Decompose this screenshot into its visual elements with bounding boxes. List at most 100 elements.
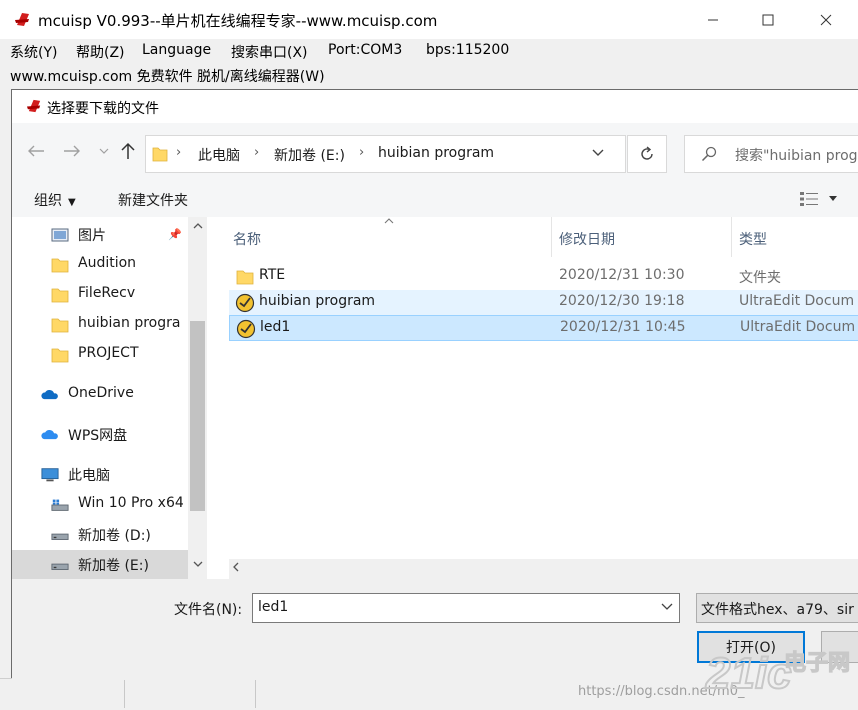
- caret-down-icon: ▼: [68, 197, 76, 208]
- breadcrumb-separator: ›: [176, 145, 182, 160]
- nav-item-drive-d[interactable]: 新加卷 (D:): [12, 520, 188, 550]
- filename-field[interactable]: led1: [252, 593, 680, 623]
- nav-item-label: WPS网盘: [68, 428, 128, 444]
- nav-item-filerecv[interactable]: FileRecv: [12, 280, 188, 310]
- wps-cloud-icon: [41, 429, 58, 440]
- menu-system[interactable]: 系统(Y): [10, 42, 57, 62]
- nav-item-label: 新加卷 (D:): [78, 528, 151, 544]
- pictures-icon: [51, 228, 69, 242]
- recent-locations-button[interactable]: [92, 139, 116, 163]
- onedrive-icon: [41, 389, 58, 400]
- svg-text:21ic: 21ic: [705, 649, 792, 698]
- folder-icon: [51, 318, 69, 333]
- nav-item-label: 此电脑: [68, 468, 110, 484]
- file-name: led1: [260, 319, 291, 335]
- menu-bps[interactable]: bps:115200: [426, 42, 509, 58]
- address-bar[interactable]: › 此电脑 › 新加卷 (E:) › huibian program: [145, 135, 626, 173]
- chevron-down-icon: [99, 148, 109, 154]
- column-header-type[interactable]: 类型: [739, 229, 767, 249]
- column-divider[interactable]: [551, 217, 552, 257]
- bottom-separator: [255, 680, 256, 708]
- menu-search-port[interactable]: 搜索串口(X): [231, 42, 308, 62]
- column-header-name[interactable]: 名称: [233, 229, 261, 249]
- refresh-button[interactable]: [627, 135, 667, 173]
- open-file-dialog: 选择要下载的文件 › 此电脑 › 新加卷 (E:) › huibian prog…: [11, 89, 858, 679]
- maximize-button[interactable]: [745, 0, 791, 39]
- nav-item-drive-e[interactable]: 新加卷 (E:): [12, 550, 188, 579]
- address-row: › 此电脑 › 新加卷 (E:) › huibian program 搜索"hu…: [12, 123, 858, 179]
- new-folder-button[interactable]: 新建文件夹: [118, 190, 188, 210]
- nav-pane-scrollbar[interactable]: [188, 217, 207, 579]
- breadcrumb-separator: ›: [254, 145, 260, 160]
- column-header-date[interactable]: 修改日期: [559, 229, 615, 249]
- nav-item-project[interactable]: PROJECT: [12, 340, 188, 370]
- breadcrumb-current-folder[interactable]: huibian program: [378, 145, 494, 161]
- nav-item-label: 图片: [78, 228, 106, 244]
- file-date: 2020/12/31 10:45: [560, 319, 686, 335]
- nav-item-label: PROJECT: [78, 345, 139, 361]
- filename-history-dropdown[interactable]: [661, 600, 673, 614]
- scroll-left-icon[interactable]: [233, 561, 239, 575]
- file-date: 2020/12/30 19:18: [559, 293, 685, 309]
- menu-port[interactable]: Port:COM3: [328, 42, 402, 58]
- pin-icon[interactable]: 📌: [168, 228, 182, 241]
- close-button[interactable]: [803, 0, 849, 39]
- chevron-down-icon: [592, 149, 604, 156]
- file-date: 2020/12/31 10:30: [559, 267, 685, 283]
- forward-button[interactable]: [60, 139, 84, 163]
- main-window-title: mcuisp V0.993--单片机在线编程专家--www.mcuisp.com: [38, 12, 438, 30]
- folder-icon: [51, 348, 69, 363]
- nav-scroll-thumb[interactable]: [190, 321, 205, 511]
- search-input[interactable]: 搜索"huibian program": [684, 135, 858, 173]
- menu-help[interactable]: 帮助(Z): [76, 42, 125, 62]
- up-button[interactable]: [116, 139, 140, 163]
- nav-item-this-pc[interactable]: 此电脑: [12, 460, 188, 490]
- nav-item-wps-cloud[interactable]: WPS网盘: [12, 420, 188, 450]
- close-icon: [820, 14, 832, 25]
- nav-item-label: huibian progra: [78, 315, 181, 331]
- navigation-pane: 图片 📌 Audition FileRecv huibian progra PR…: [12, 217, 207, 579]
- nav-item-label: 新加卷 (E:): [78, 558, 149, 574]
- minimize-button[interactable]: [690, 0, 736, 39]
- filename-value: led1: [258, 599, 289, 615]
- menu-language[interactable]: Language: [142, 42, 211, 58]
- file-list-hscrollbar[interactable]: [229, 559, 858, 579]
- minimize-icon: [708, 19, 718, 20]
- breadcrumb-drive-e[interactable]: 新加卷 (E:): [274, 145, 345, 165]
- offline-programmer-link[interactable]: www.mcuisp.com 免费软件 脱机/离线编程器(W): [10, 66, 325, 86]
- folder-icon: [51, 258, 69, 273]
- search-placeholder: 搜索"huibian program": [735, 148, 858, 164]
- nav-item-win10-drive[interactable]: Win 10 Pro x64: [12, 490, 188, 520]
- organize-label: 组织: [34, 193, 62, 209]
- nav-item-onedrive[interactable]: OneDrive: [12, 380, 188, 410]
- bottom-separator: [124, 680, 125, 708]
- nav-item-pictures[interactable]: 图片 📌: [12, 220, 188, 250]
- column-headers: 名称 修改日期 类型: [229, 217, 858, 257]
- folder-icon: [51, 288, 69, 303]
- mcuisp-logo-icon: [26, 99, 41, 113]
- nav-item-audition[interactable]: Audition: [12, 250, 188, 280]
- back-button[interactable]: [24, 139, 48, 163]
- file-row-huibian-program[interactable]: huibian program 2020/12/30 19:18 UltraEd…: [229, 290, 858, 316]
- breadcrumb-this-pc[interactable]: 此电脑: [198, 145, 240, 165]
- file-name: huibian program: [259, 293, 376, 309]
- pane-splitter[interactable]: [207, 217, 229, 579]
- nav-item-huibian-program[interactable]: huibian progra: [12, 310, 188, 340]
- file-row-led1[interactable]: led1 2020/12/31 10:45 UltraEdit Docum: [229, 315, 858, 341]
- organize-button[interactable]: 组织 ▼: [34, 190, 76, 210]
- maximize-icon: [762, 14, 774, 25]
- file-type-filter-value: 文件格式hex、a79、sir: [701, 602, 854, 618]
- filename-label: 文件名(N):: [174, 602, 243, 618]
- chevron-down-icon: [661, 603, 673, 610]
- nav-item-label: FileRecv: [78, 285, 136, 301]
- drive-icon: [51, 533, 69, 540]
- scroll-down-icon[interactable]: [188, 559, 207, 570]
- file-row-rte[interactable]: RTE 2020/12/31 10:30 文件夹: [229, 264, 858, 290]
- file-type-filter[interactable]: 文件格式hex、a79、sir: [696, 593, 858, 623]
- column-divider[interactable]: [731, 217, 732, 257]
- change-view-button[interactable]: [798, 189, 844, 209]
- main-titlebar: mcuisp V0.993--单片机在线编程专家--www.mcuisp.com: [0, 0, 858, 39]
- scroll-up-icon[interactable]: [188, 221, 207, 232]
- nav-item-label: Win 10 Pro x64: [78, 495, 184, 511]
- address-history-dropdown[interactable]: [592, 146, 604, 160]
